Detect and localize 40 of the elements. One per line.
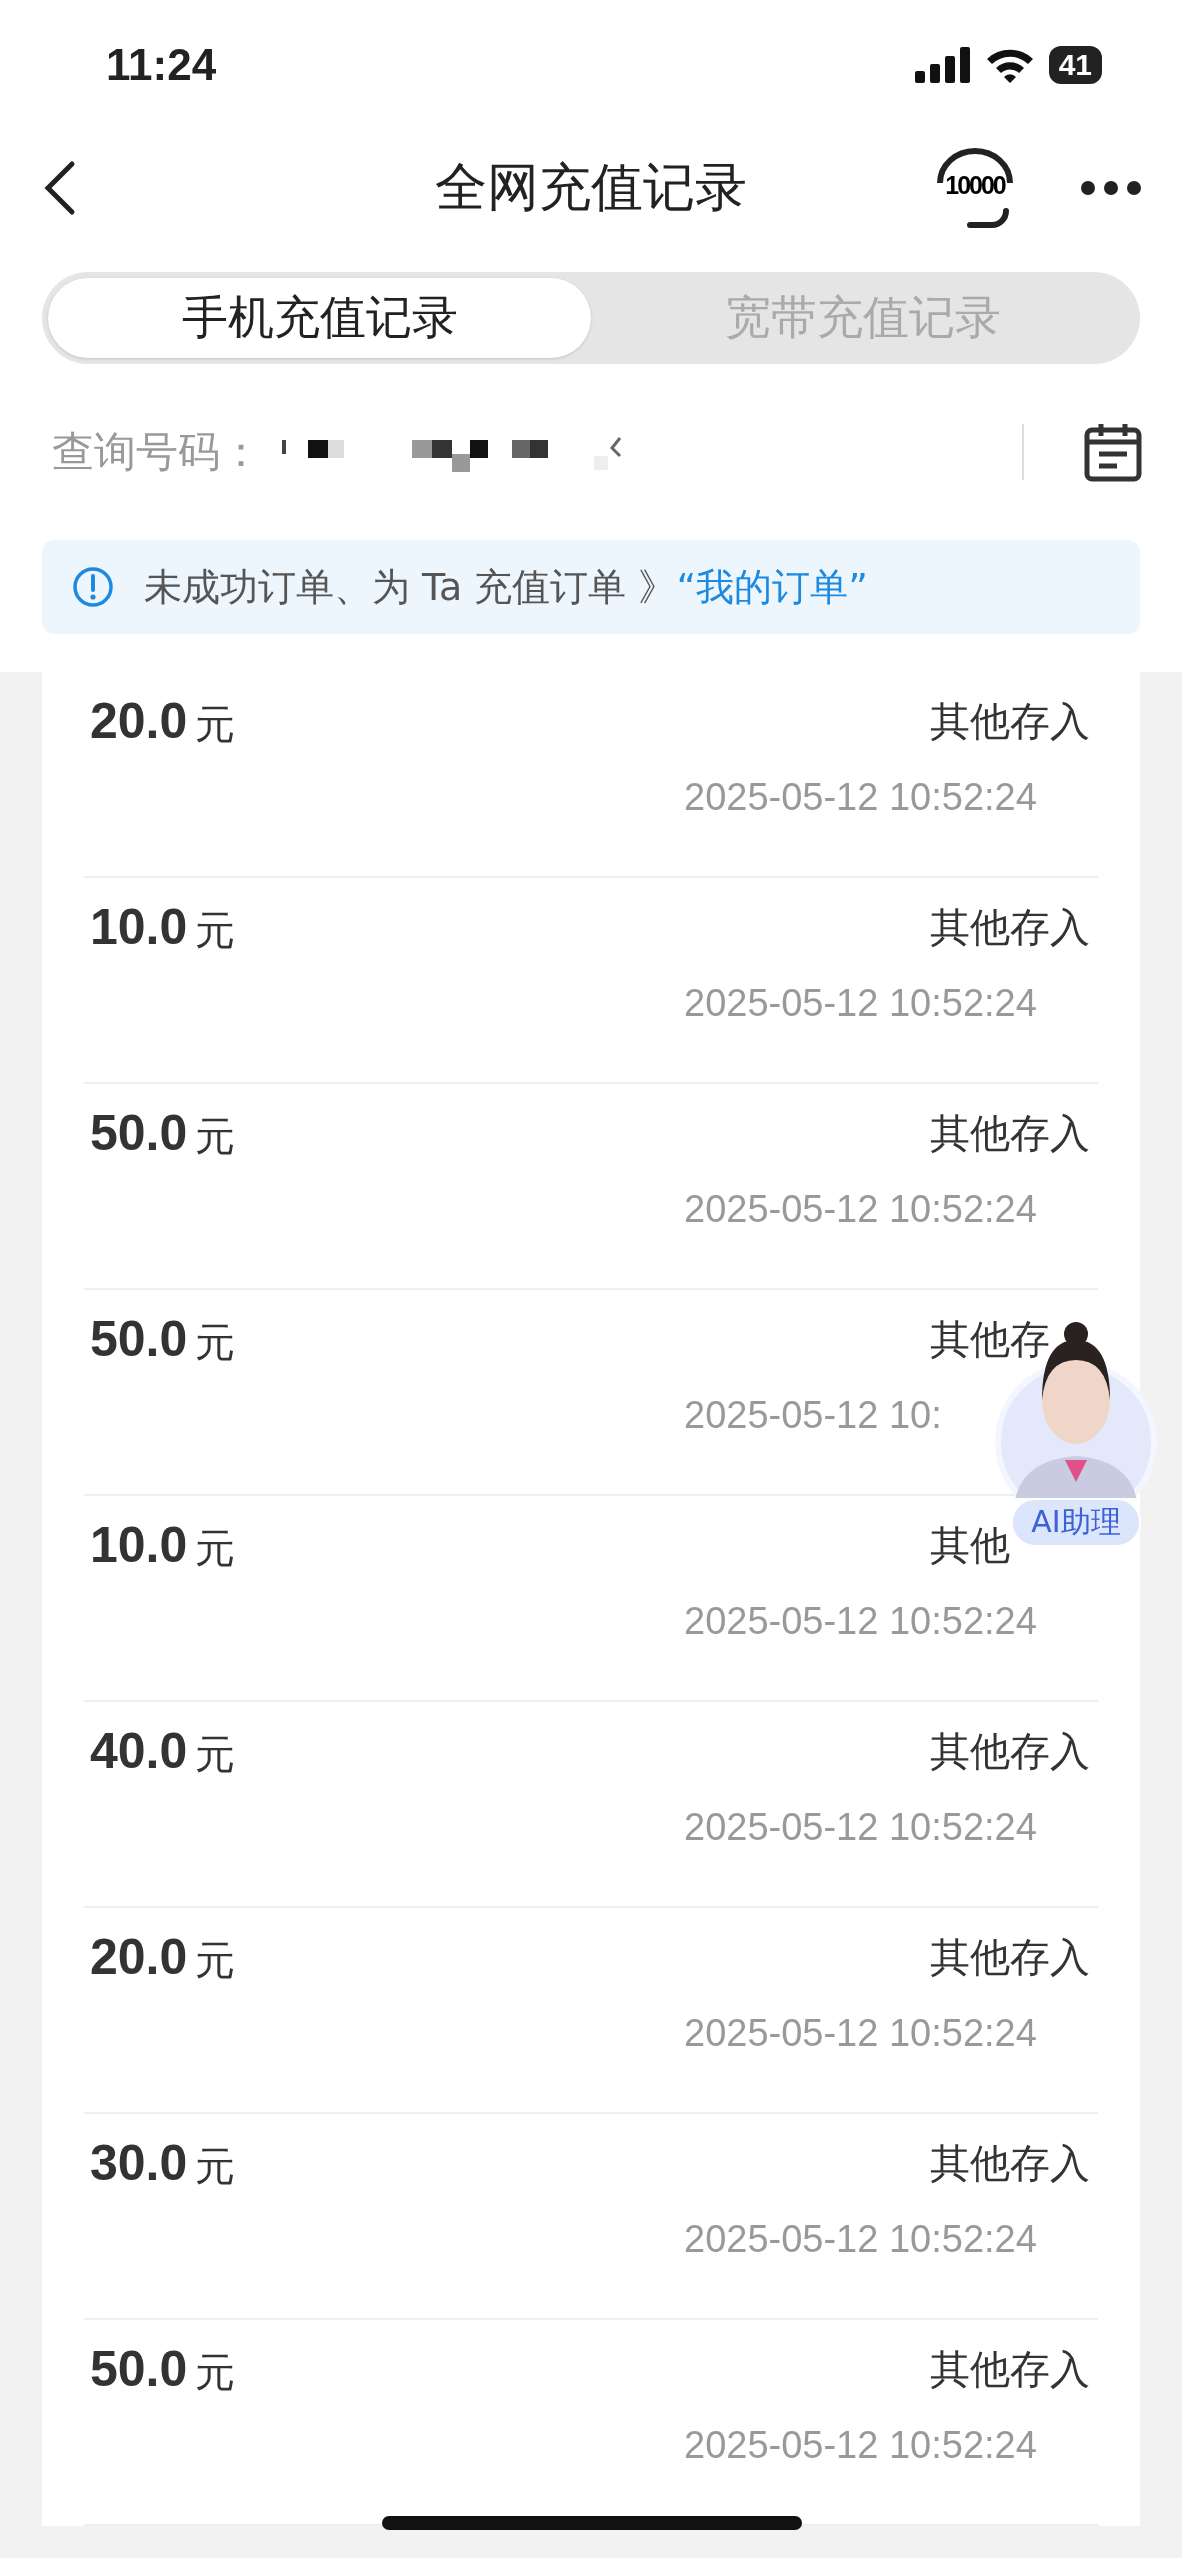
record-type: 其他存 bbox=[930, 1316, 1050, 1362]
record-amount: 30.0 元 bbox=[90, 2134, 236, 2193]
page-title: 全网充值记录 bbox=[435, 156, 747, 219]
record-time: 2025-05-12 10:52:24 bbox=[684, 1600, 1038, 1643]
record-type: 其他存入 bbox=[930, 2140, 1090, 2186]
record-time: 2025-05-12 10:52:24 bbox=[684, 1188, 1038, 1231]
record-amount: 50.0 元 bbox=[90, 1310, 236, 1369]
signal-icon bbox=[914, 47, 971, 83]
record-time: 2025-05-12 10:52:24 bbox=[684, 2012, 1038, 2055]
my-orders-link[interactable]: “我的订单” bbox=[676, 564, 868, 609]
record-amount: 10.0 元 bbox=[90, 898, 236, 957]
record-time: 2025-05-12 10: bbox=[684, 1394, 943, 1437]
record-type: 其他存入 bbox=[930, 1110, 1090, 1156]
record-type: 其他存入 bbox=[930, 904, 1090, 950]
record-type: 其他存入 bbox=[930, 1934, 1090, 1980]
record-type: 其他存入 bbox=[930, 1728, 1090, 1774]
record-time: 2025-05-12 10:52:24 bbox=[684, 2424, 1038, 2467]
record-amount: 50.0 元 bbox=[90, 1104, 236, 1163]
record-amount: 40.0 元 bbox=[90, 1722, 236, 1781]
query-label: 查询号码： bbox=[52, 426, 262, 478]
record-type: 其他存入 bbox=[930, 2346, 1090, 2392]
record-type: 其他 bbox=[930, 1522, 1010, 1568]
more-button[interactable] bbox=[1080, 180, 1142, 196]
record-amount: 20.0 元 bbox=[90, 1928, 236, 1987]
record-type: 其他存入 bbox=[930, 698, 1090, 744]
battery-level: 41 bbox=[1048, 46, 1102, 84]
calendar-button[interactable] bbox=[1084, 422, 1142, 482]
record-tab[interactable]: 手机充值记录 bbox=[48, 278, 591, 358]
record-amount: 10.0 元 bbox=[90, 1516, 236, 1575]
record-time: 2025-05-12 10:52:24 bbox=[684, 776, 1038, 819]
record-time: 2025-05-12 10:52:24 bbox=[684, 1806, 1038, 1849]
record-amount: 50.0 元 bbox=[90, 2340, 236, 2399]
ai-assistant-button[interactable]: AI助理 bbox=[1011, 1498, 1141, 1547]
info-icon bbox=[72, 566, 114, 608]
record-time: 2025-05-12 10:52:24 bbox=[684, 2218, 1038, 2261]
customer-service-button[interactable]: 10000 bbox=[920, 143, 1030, 233]
status-time: 11:24 bbox=[106, 40, 217, 90]
record-time: 2025-05-12 10:52:24 bbox=[684, 982, 1038, 1025]
notice-text: 未成功订单、为 Ta 充值订单 》“我的订单” bbox=[144, 563, 868, 611]
record-amount: 20.0 元 bbox=[90, 692, 236, 751]
